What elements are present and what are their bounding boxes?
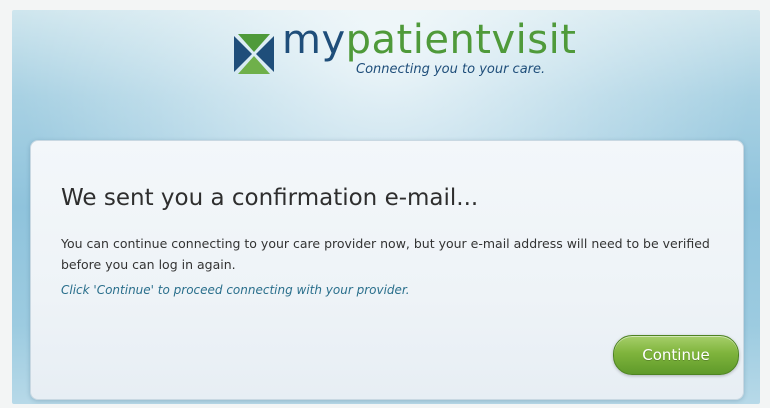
confirmation-dialog: We sent you a confirmation e-mail... You… bbox=[30, 140, 744, 400]
brand-wordmark-prefix: my bbox=[282, 17, 346, 63]
continue-button[interactable]: Continue bbox=[613, 335, 739, 375]
dialog-title: We sent you a confirmation e-mail... bbox=[61, 185, 479, 211]
brand-wordmark-rest: patientvisit bbox=[345, 17, 577, 63]
brand-logo: mypatientvisit Connecting you to your ca… bbox=[230, 20, 576, 96]
brand-mark-icon bbox=[234, 34, 274, 74]
brand-wordmark: mypatientvisit bbox=[282, 20, 576, 60]
brand-tagline: Connecting you to your care. bbox=[356, 62, 546, 77]
dialog-message: You can continue connecting to your care… bbox=[61, 236, 710, 272]
page-background: mypatientvisit Connecting you to your ca… bbox=[12, 10, 760, 404]
dialog-hint: Click 'Continue' to proceed connecting w… bbox=[61, 283, 410, 297]
